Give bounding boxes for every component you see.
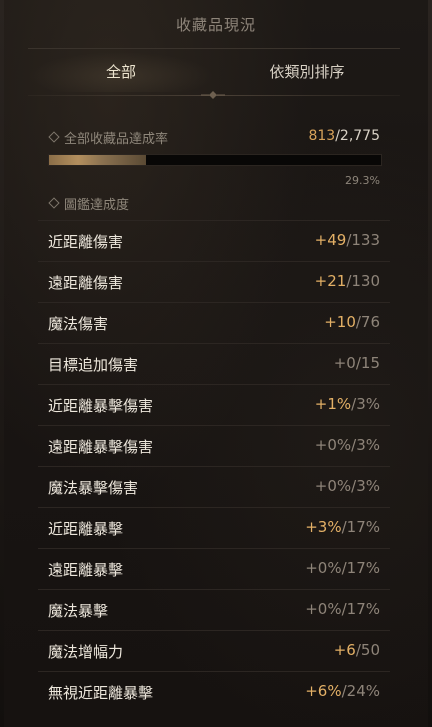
stat-name: 遠距離暴擊傷害 [48, 438, 154, 456]
stat-max-value: /17% [341, 559, 380, 577]
stat-value: +3%/17% [305, 518, 380, 536]
stat-row: 魔法增幅力 +6/50 [38, 630, 390, 671]
stat-max-value: /76 [355, 313, 380, 331]
ornament-icon [201, 91, 225, 99]
collected-count: 813 [308, 128, 336, 144]
total-collection-label: 全部收藏品達成率 [64, 132, 169, 147]
stat-row: 近距離暴擊 +3%/17% [38, 507, 390, 548]
stat-max-value: /3% [351, 436, 380, 454]
panel-title: 收藏品現況 [175, 16, 256, 34]
stat-row: 近距離暴擊傷害 +1%/3% [38, 384, 390, 425]
stat-value: +0%/17% [305, 559, 380, 577]
stat-name: 魔法增幅力 [48, 643, 124, 661]
stat-current-value: +0% [305, 600, 342, 618]
stat-row: 無視近距離暴擊 +6%/24% [38, 671, 390, 712]
stat-max-value: /130 [346, 272, 380, 290]
stat-name: 魔法暴擊 [48, 602, 109, 620]
stat-list: 近距離傷害 +49/133 遠距離傷害 +21/130 魔法傷害 +10/76 目標追加傷害… [38, 220, 390, 712]
stat-current-value: +0% [305, 559, 342, 577]
stat-row: 遠距離暴擊 +0%/17% [38, 548, 390, 589]
total-collection-count: 813/2,775 [308, 128, 380, 144]
stat-value: +1%/3% [315, 395, 380, 413]
diamond-bullet-icon [48, 197, 60, 209]
stat-max-value: /3% [351, 477, 380, 495]
stat-name: 魔法傷害 [48, 315, 109, 333]
stat-value: +6/50 [334, 641, 380, 659]
stat-current-value: +0% [314, 477, 352, 495]
stat-row: 目標追加傷害 +0/15 [38, 343, 390, 384]
stat-name: 遠距離傷害 [48, 274, 124, 292]
stat-name: 近距離暴擊 [48, 520, 124, 538]
stat-max-value: /17% [341, 518, 380, 536]
stat-name: 無視近距離暴擊 [48, 684, 154, 702]
stat-max-value: /50 [355, 641, 380, 659]
stat-current-value: +10 [324, 313, 356, 331]
stat-current-value: +49 [314, 231, 347, 249]
collection-progress-bar [48, 154, 382, 166]
stat-max-value: /15 [355, 354, 380, 372]
stat-name: 魔法暴擊傷害 [48, 479, 139, 497]
stat-max-value: /133 [346, 231, 380, 249]
stat-name: 目標追加傷害 [48, 356, 139, 374]
stat-row: 魔法傷害 +10/76 [38, 302, 390, 343]
tab-sort-by-category[interactable]: 依類別排序 [214, 52, 400, 92]
stat-value: +0%/17% [305, 600, 380, 618]
diamond-bullet-icon [48, 131, 60, 143]
stat-value: +0%/3% [315, 436, 380, 454]
codex-progress-label: 圖鑑達成度 [64, 198, 130, 213]
title-divider [28, 48, 400, 49]
stat-current-value: +0 [333, 354, 356, 372]
stat-row: 遠距離暴擊傷害 +0%/3% [38, 425, 390, 466]
stat-current-value: +1% [314, 395, 352, 413]
stat-value: +6%/24% [305, 682, 380, 700]
stat-name: 遠距離暴擊 [48, 561, 124, 579]
stat-row: 魔法暴擊傷害 +0%/3% [38, 466, 390, 507]
total-count: /2,775 [335, 128, 380, 144]
stat-max-value: /24% [341, 682, 380, 700]
stat-value: +49/133 [315, 231, 380, 249]
stat-name: 近距離傷害 [48, 233, 124, 251]
stat-current-value: +0% [314, 436, 352, 454]
stat-row: 魔法暴擊 +0%/17% [38, 589, 390, 630]
collection-status-panel: 收藏品現況 全部 依類別排序 全部收藏品達成率 813/2,775 29.3% … [0, 0, 432, 727]
tab-all[interactable]: 全部 [28, 52, 214, 92]
collection-percent: 29.3% [345, 174, 380, 187]
stat-row: 遠距離傷害 +21/130 [38, 261, 390, 302]
stat-value: +0%/3% [315, 477, 380, 495]
stat-value: +21/130 [315, 272, 380, 290]
stat-max-value: /17% [341, 600, 380, 618]
stat-current-value: +3% [305, 518, 342, 536]
stat-value: +0/15 [334, 354, 380, 372]
stat-current-value: +6 [333, 641, 356, 659]
collection-progress-fill [49, 155, 147, 165]
stat-current-value: +6% [305, 682, 342, 700]
tab-bar: 全部 依類別排序 [28, 52, 400, 92]
stat-value: +10/76 [324, 313, 380, 331]
stat-name: 近距離暴擊傷害 [48, 397, 154, 415]
stat-max-value: /3% [351, 395, 380, 413]
stat-row: 近距離傷害 +49/133 [38, 220, 390, 261]
stat-current-value: +21 [314, 272, 347, 290]
